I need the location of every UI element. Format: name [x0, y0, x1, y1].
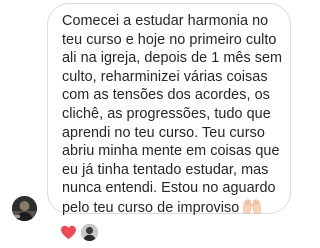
- heart-icon[interactable]: [60, 224, 77, 241]
- message-line: ali na igreja, depois de 1 mês sem: [62, 50, 283, 67]
- message-line: abriu minha mente em coisas que: [62, 143, 280, 160]
- message-line: nunca entendi. Estou no aguardo: [62, 180, 276, 197]
- sender-avatar[interactable]: [12, 196, 37, 221]
- message-line: teu curso e hoje no primeiro culto: [62, 31, 277, 48]
- reactor-avatar[interactable]: [81, 223, 98, 241]
- message-line: Comecei a estudar harmonia no: [62, 13, 269, 29]
- message-line: com as tensões dos acordes, os: [62, 87, 270, 104]
- message-line-text: pelo teu curso de improviso: [62, 199, 240, 216]
- reactor-avatar-icon: [81, 223, 98, 241]
- message-line: culto, reharminizei várias coisas: [62, 68, 268, 85]
- raising-hands-emoji-icon: [243, 199, 262, 214]
- message-line: eu já tinha tentado estudar, mas: [62, 161, 269, 178]
- message-reactions[interactable]: [60, 221, 98, 243]
- message-line: aprendi no teu curso. Teu curso: [62, 124, 265, 141]
- user-avatar-icon: [12, 196, 37, 221]
- message-line: clichê, as progressões, tudo que: [62, 105, 271, 122]
- message-bubble[interactable]: Comecei a estudar harmonia no teu curso …: [47, 3, 291, 216]
- message-line-last: pelo teu curso de improviso: [62, 198, 280, 218]
